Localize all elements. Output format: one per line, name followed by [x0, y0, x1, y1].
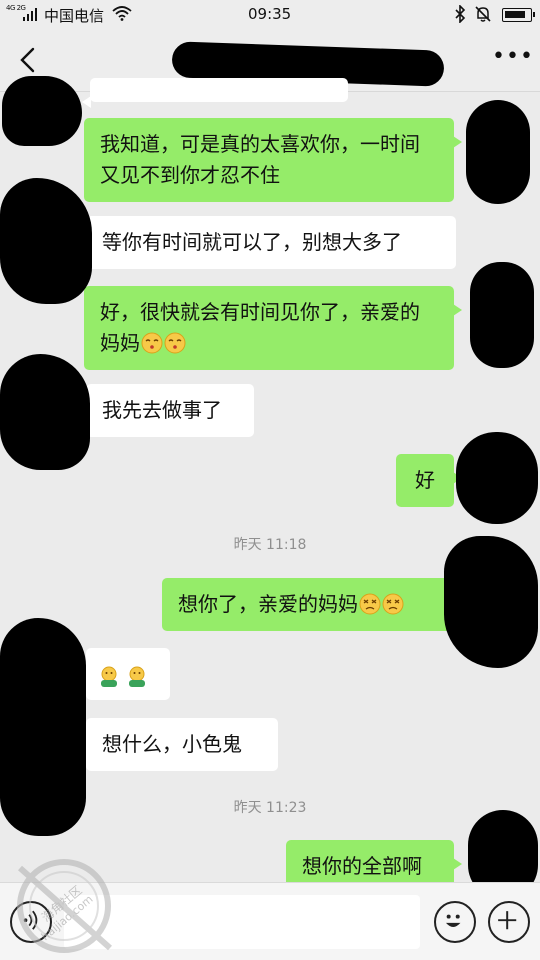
partial-message-bubble	[82, 78, 348, 108]
carrier-name: 中国电信	[44, 7, 105, 25]
hug-emoji-icon	[129, 666, 145, 687]
message-text: 想什么，小色鬼	[102, 732, 242, 756]
signal-icon	[23, 8, 37, 21]
message-bubble-outgoing[interactable]: 好，很快就会有时间见你了，亲爱的妈妈	[84, 286, 462, 370]
message-text: 好	[415, 468, 435, 492]
message-bubble-incoming[interactable]: 想什么，小色鬼	[78, 718, 278, 771]
message-list[interactable]: 我知道，可是真的太喜欢你，一时间又见不到你才忍不住 等你有时间就可以了，别想大多…	[0, 76, 540, 900]
redacted-avatar-left	[0, 178, 92, 304]
wifi-icon	[112, 6, 132, 21]
back-arrow-icon[interactable]	[14, 44, 44, 76]
message-text: 等你有时间就可以了，别想大多了	[102, 230, 402, 254]
message-bubble-incoming[interactable]: 我先去做事了	[78, 384, 254, 437]
message-text: 想你了，亲爱的妈妈	[178, 592, 358, 616]
redacted-avatar-right	[444, 536, 538, 668]
message-bubble-outgoing[interactable]: 想你了，亲爱的妈妈	[162, 578, 462, 631]
kiss-emoji-icon	[164, 332, 186, 354]
battery-icon	[502, 8, 535, 22]
redacted-avatar-right	[466, 100, 530, 204]
emoji-icon	[445, 914, 461, 927]
message-bubble-incoming[interactable]	[78, 648, 170, 700]
message-text: 我知道，可是真的太喜欢你，一时间又见不到你才忍不住	[100, 132, 420, 187]
more-options-button[interactable]: •••	[492, 42, 533, 78]
bluetooth-icon	[455, 5, 466, 23]
emoji-button[interactable]	[434, 901, 476, 943]
mute-bell-icon	[475, 6, 491, 22]
redacted-avatar-left	[0, 618, 86, 836]
redacted-avatar-right	[470, 262, 534, 368]
dizzy-face-emoji-icon	[359, 593, 381, 615]
kiss-emoji-icon	[141, 332, 163, 354]
hug-emoji-icon	[101, 666, 117, 687]
redacted-avatar-right	[456, 432, 538, 524]
message-bubble-outgoing[interactable]: 我知道，可是真的太喜欢你，一时间又见不到你才忍不住	[84, 118, 462, 202]
message-bubble-outgoing[interactable]: 好	[396, 454, 462, 507]
status-time: 09:35	[248, 5, 292, 23]
battery-level	[505, 11, 525, 18]
plus-icon	[498, 911, 517, 930]
message-bubble-incoming[interactable]: 等你有时间就可以了，别想大多了	[78, 216, 456, 269]
redacted-avatar-left	[0, 354, 90, 470]
watermark-logo: 海角社区 haijiao.com	[17, 859, 112, 953]
message-text: 想你的全部啊	[302, 854, 422, 878]
dizzy-face-emoji-icon	[382, 593, 404, 615]
redacted-avatar-left	[2, 76, 82, 146]
message-text: 我先去做事了	[102, 398, 222, 422]
more-functions-button[interactable]	[488, 901, 530, 943]
status-bar: 4G 2G 中国电信 09:35	[0, 0, 540, 30]
